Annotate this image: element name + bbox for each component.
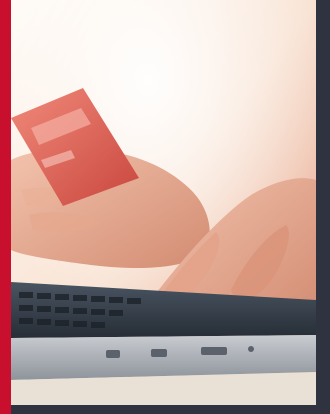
hero-photo	[11, 0, 316, 405]
online-shopping-photo	[11, 0, 316, 405]
accent-bar	[0, 0, 11, 414]
right-border	[316, 0, 330, 414]
hero-image-frame	[0, 0, 330, 414]
bottom-border	[11, 405, 330, 414]
